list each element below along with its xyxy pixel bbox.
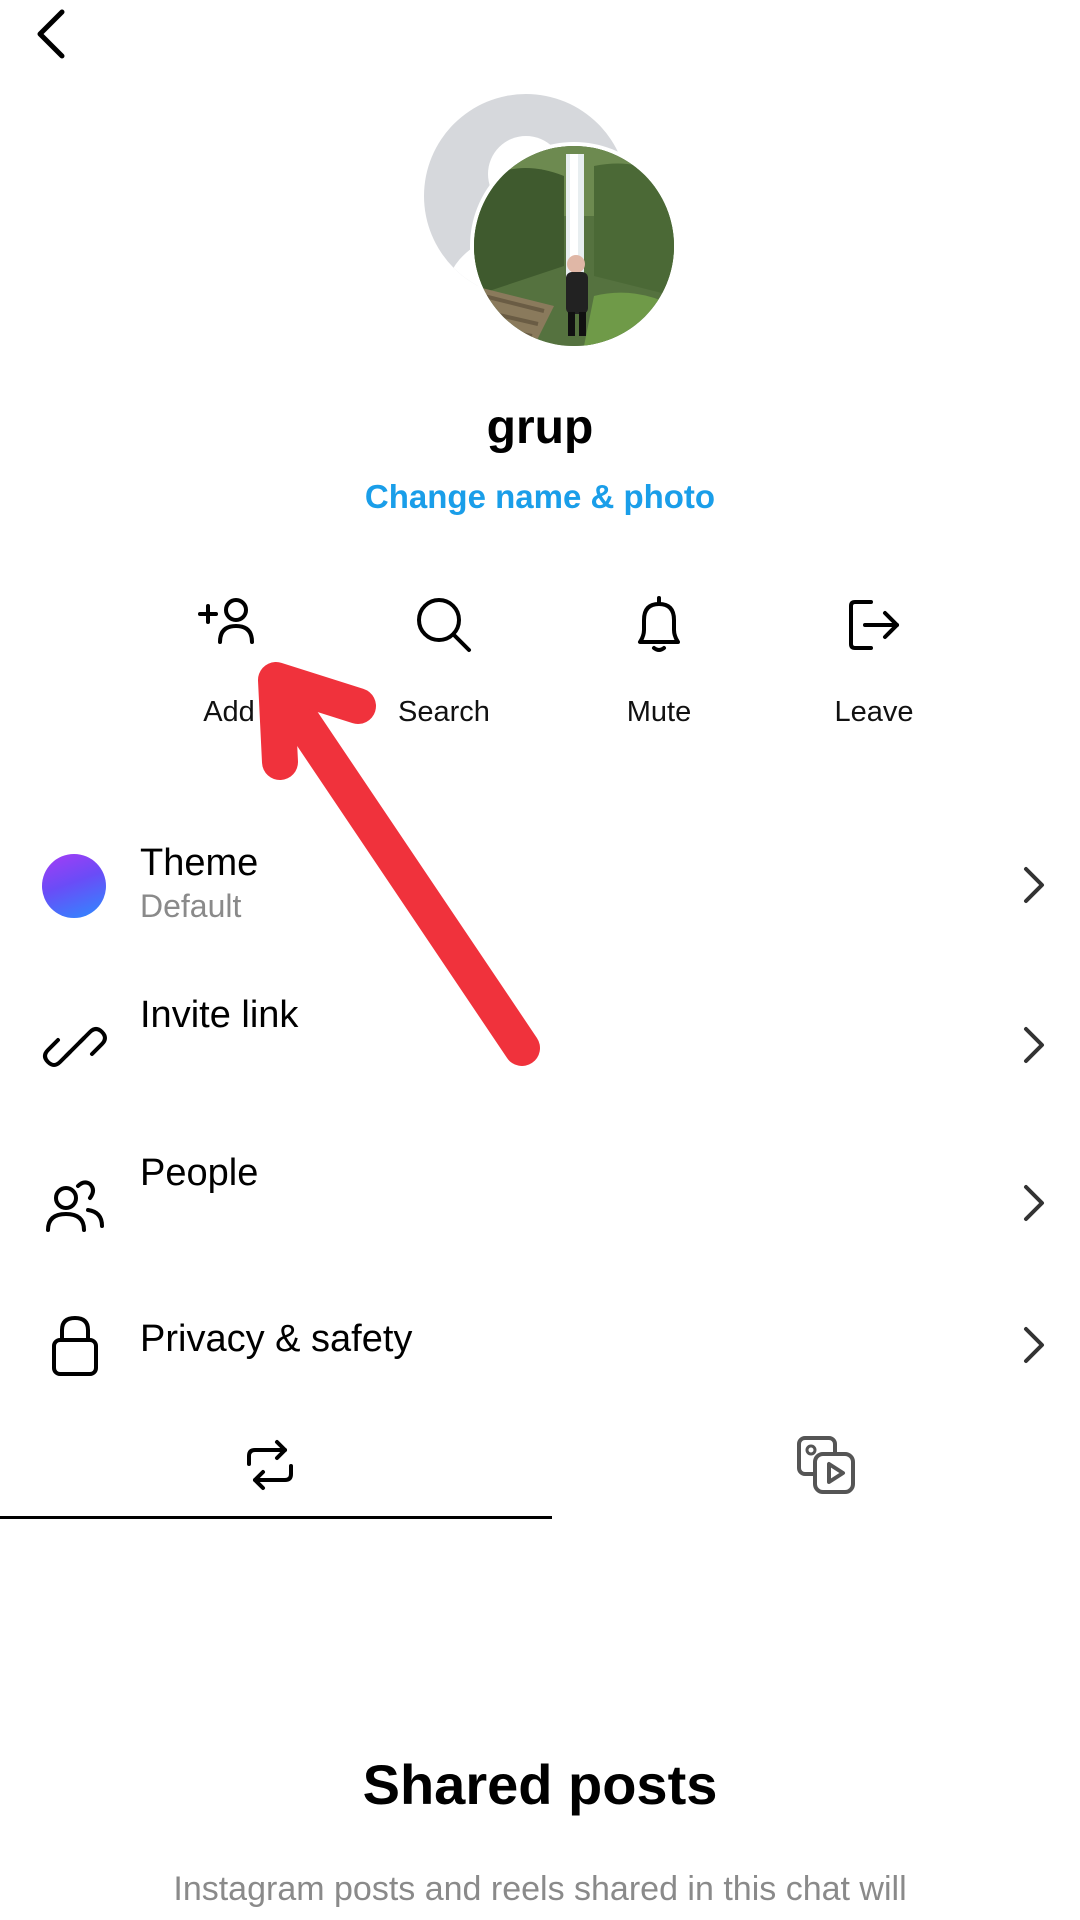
settings-row-invite-link[interactable]: Invite link	[0, 980, 1080, 1110]
invite-link-title: Invite link	[140, 994, 299, 1036]
lock-icon	[40, 1310, 110, 1380]
chevron-right-icon	[1024, 1327, 1044, 1363]
shared-posts-title: Shared posts	[362, 1753, 718, 1816]
tab-shared-posts[interactable]	[0, 1410, 540, 1520]
bell-icon	[624, 590, 694, 660]
back-button[interactable]	[28, 4, 76, 60]
shared-posts-description: Instagram posts and reels shared in this…	[173, 1870, 907, 1908]
change-name-photo-link[interactable]: Change name & photo	[0, 478, 1080, 516]
search-button[interactable]: Search	[344, 590, 544, 750]
chevron-right-icon	[1024, 1185, 1044, 1221]
chevron-left-icon	[37, 9, 65, 59]
media-icon	[795, 1434, 857, 1496]
theme-subtitle: Default	[140, 888, 242, 924]
search-icon	[409, 590, 479, 660]
avatar-photo	[470, 142, 678, 350]
add-button[interactable]: Add	[129, 590, 329, 750]
leave-label: Leave	[834, 696, 914, 728]
mute-label: Mute	[626, 696, 692, 728]
add-person-icon	[194, 590, 264, 660]
group-name: grup	[486, 401, 594, 454]
tab-shared-media[interactable]	[556, 1410, 1080, 1520]
chevron-right-icon	[1024, 867, 1044, 903]
chevron-right-icon	[1024, 1027, 1044, 1063]
repost-icon	[239, 1434, 301, 1496]
privacy-title: Privacy & safety	[140, 1318, 413, 1360]
search-label: Search	[398, 696, 490, 728]
add-label: Add	[203, 696, 255, 728]
leave-icon	[839, 590, 909, 660]
leave-button[interactable]: Leave	[774, 590, 974, 750]
theme-title: Theme	[140, 842, 259, 884]
link-icon	[40, 1012, 110, 1082]
theme-color-dot	[42, 854, 106, 918]
settings-row-people[interactable]: People	[0, 1138, 1080, 1268]
people-icon	[40, 1170, 110, 1240]
mute-button[interactable]: Mute	[559, 590, 759, 750]
group-avatar[interactable]	[424, 94, 684, 354]
settings-row-privacy[interactable]: Privacy & safety	[0, 1280, 1080, 1410]
active-tab-indicator	[0, 1516, 552, 1519]
settings-row-theme[interactable]: Theme Default	[0, 820, 1080, 950]
people-title: People	[140, 1152, 259, 1194]
